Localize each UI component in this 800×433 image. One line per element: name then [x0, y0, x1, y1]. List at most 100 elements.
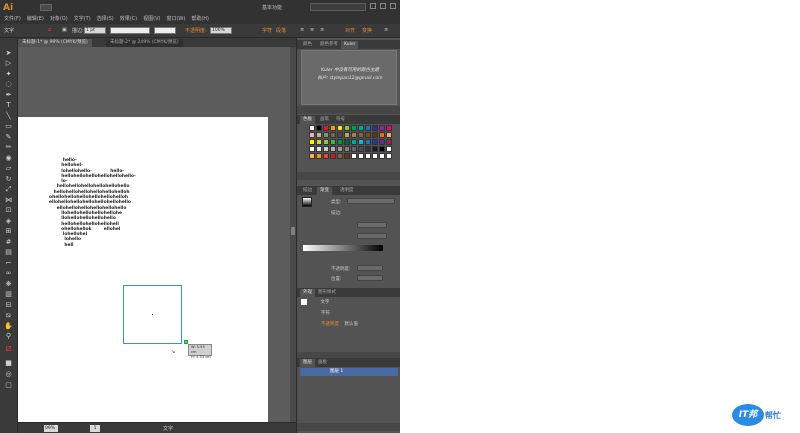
- text-artwork[interactable]: hello- hellohel- lohellohello- hello- he…: [46, 158, 136, 248]
- tab-stroke[interactable]: 描边: [300, 187, 315, 195]
- tab-graphic-styles[interactable]: 图形样式: [315, 289, 339, 297]
- color-swatch[interactable]: [330, 132, 336, 138]
- color-swatch[interactable]: [358, 139, 364, 145]
- close-icon[interactable]: [390, 3, 396, 9]
- scroll-thumb[interactable]: [291, 227, 295, 235]
- tab-color-guide[interactable]: 颜色参考: [317, 41, 341, 49]
- color-swatch[interactable]: [365, 132, 371, 138]
- bridge-button[interactable]: [40, 4, 52, 11]
- color-swatch[interactable]: [309, 139, 315, 145]
- color-swatch[interactable]: [309, 125, 315, 131]
- color-swatch[interactable]: [365, 153, 371, 159]
- gradient-type-dropdown[interactable]: [347, 198, 395, 204]
- color-swatch[interactable]: [358, 153, 364, 159]
- color-swatch[interactable]: [351, 139, 357, 145]
- eyedropper-tool-icon[interactable]: ⌐: [4, 260, 13, 267]
- menu-view[interactable]: 视图(V): [143, 15, 160, 22]
- color-swatch[interactable]: [386, 153, 392, 159]
- color-swatch[interactable]: [344, 146, 350, 152]
- color-swatch[interactable]: [379, 139, 385, 145]
- menu-effect[interactable]: 效果(C): [120, 15, 137, 22]
- workspace-switcher[interactable]: 基本功能: [262, 4, 282, 11]
- color-swatch[interactable]: [358, 132, 364, 138]
- color-swatch[interactable]: [379, 125, 385, 131]
- color-swatch[interactable]: [372, 153, 378, 159]
- color-swatch[interactable]: [337, 132, 343, 138]
- paragraph-link[interactable]: 段落: [276, 27, 286, 34]
- gradient-preview-swatch[interactable]: [302, 197, 312, 207]
- color-swatch[interactable]: [365, 139, 371, 145]
- tab-document-1[interactable]: 未标题-1* @ 99% (CMYK/预览): [18, 39, 92, 47]
- column-graph-tool-icon[interactable]: ▥: [4, 291, 13, 298]
- color-swatch[interactable]: [351, 132, 357, 138]
- type-tool-icon[interactable]: T: [4, 102, 13, 109]
- layer-row[interactable]: 图层 1: [300, 368, 398, 376]
- hand-tool-icon[interactable]: ✋: [4, 323, 13, 330]
- fill-stroke-icon[interactable]: ⧄: [4, 344, 13, 354]
- color-swatch[interactable]: [379, 153, 385, 159]
- gradient-position-field[interactable]: [357, 275, 383, 281]
- color-swatch[interactable]: [330, 153, 336, 159]
- color-swatch[interactable]: [316, 125, 322, 131]
- artboard-tool-icon[interactable]: ⊟: [4, 302, 13, 309]
- color-swatch[interactable]: [316, 139, 322, 145]
- opacity-label[interactable]: 不透明度:: [185, 27, 207, 34]
- stroke-weight-field[interactable]: 1 pt: [84, 27, 106, 34]
- menu-window[interactable]: 窗口(W): [166, 15, 185, 22]
- menu-select[interactable]: 选择(S): [97, 15, 114, 22]
- appearance-row-character[interactable]: 字符: [301, 309, 397, 318]
- gradient-aspect-field[interactable]: [357, 233, 387, 239]
- color-swatch[interactable]: [337, 139, 343, 145]
- character-link[interactable]: 字符: [262, 27, 272, 34]
- menu-type[interactable]: 文字(T): [74, 15, 91, 22]
- color-swatch[interactable]: [323, 153, 329, 159]
- tab-color[interactable]: 颜色: [300, 41, 315, 49]
- color-swatch[interactable]: [365, 146, 371, 152]
- appearance-row-opacity[interactable]: 不透明度 默认值: [301, 320, 397, 329]
- color-swatch[interactable]: [330, 125, 336, 131]
- line-tool-icon[interactable]: ╲: [4, 113, 13, 120]
- fill-none-icon[interactable]: ⧄: [48, 27, 51, 33]
- symbol-sprayer-tool-icon[interactable]: ❋: [4, 281, 13, 288]
- color-swatch[interactable]: [323, 132, 329, 138]
- gradient-slider[interactable]: [303, 245, 383, 251]
- color-swatch[interactable]: [330, 139, 336, 145]
- tab-document-2[interactable]: 未标题-2* @ 249% (CMYK/预览): [106, 39, 183, 47]
- search-input[interactable]: [310, 3, 366, 11]
- scale-tool-icon[interactable]: ⤢: [4, 186, 13, 193]
- color-swatch[interactable]: [351, 153, 357, 159]
- color-swatch[interactable]: [372, 139, 378, 145]
- zoom-tool-icon[interactable]: ⚲: [4, 333, 13, 340]
- color-swatch[interactable]: [358, 146, 364, 152]
- tab-brushes[interactable]: 画笔: [317, 116, 332, 124]
- color-swatch[interactable]: [344, 125, 350, 131]
- draw-mode-icon[interactable]: ◎: [4, 371, 13, 378]
- color-swatch[interactable]: [386, 139, 392, 145]
- perspective-grid-tool-icon[interactable]: ⊞: [4, 228, 13, 235]
- maximize-icon[interactable]: [380, 3, 386, 9]
- color-swatch[interactable]: [351, 125, 357, 131]
- color-swatch[interactable]: [372, 132, 378, 138]
- color-swatch[interactable]: [323, 139, 329, 145]
- magic-wand-tool-icon[interactable]: ✦: [4, 71, 13, 78]
- transform-link[interactable]: 变换: [362, 27, 372, 34]
- menu-file[interactable]: 文件(F): [4, 15, 21, 22]
- status-mode[interactable]: 文字: [163, 425, 173, 432]
- color-swatch[interactable]: [365, 125, 371, 131]
- color-swatch[interactable]: [316, 153, 322, 159]
- brush-dropdown[interactable]: [154, 27, 176, 34]
- align-left-icon[interactable]: ≡: [300, 27, 304, 33]
- color-swatch[interactable]: [344, 153, 350, 159]
- color-swatch[interactable]: [372, 125, 378, 131]
- paintbrush-tool-icon[interactable]: ✎: [4, 134, 13, 141]
- mesh-tool-icon[interactable]: #: [4, 239, 13, 246]
- color-swatch[interactable]: [337, 153, 343, 159]
- gradient-opacity-field[interactable]: [357, 265, 383, 271]
- menu-object[interactable]: 对象(O): [50, 15, 68, 22]
- menu-edit[interactable]: 编辑(E): [27, 15, 44, 22]
- color-swatch[interactable]: [386, 125, 392, 131]
- color-swatch[interactable]: [372, 146, 378, 152]
- color-swatch[interactable]: [323, 146, 329, 152]
- color-swatch[interactable]: [330, 146, 336, 152]
- shape-builder-tool-icon[interactable]: ◈: [4, 218, 13, 225]
